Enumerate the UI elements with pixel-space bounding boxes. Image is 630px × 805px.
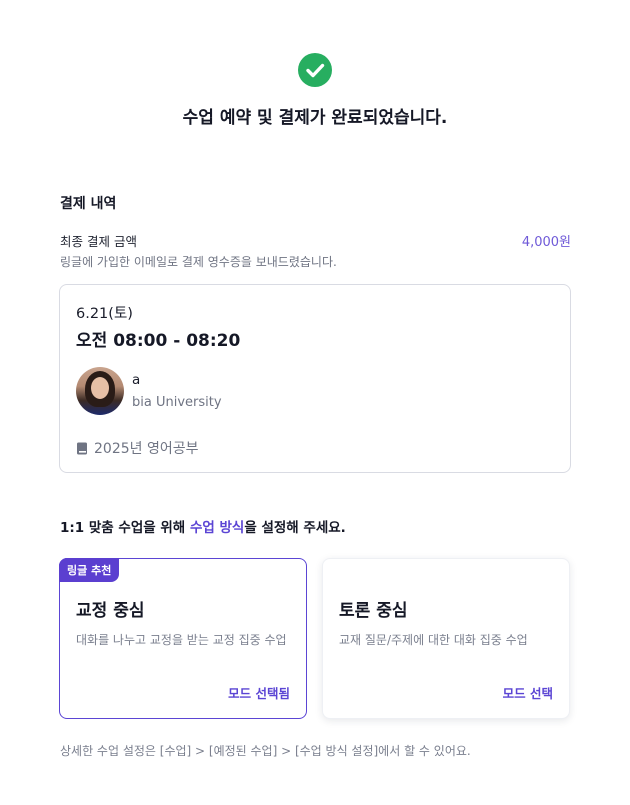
mode-title: 교정 중심 <box>76 601 145 621</box>
mode-prompt-highlight: 수업 방식 <box>189 520 245 536</box>
check-circle-icon <box>298 53 332 87</box>
payment-section-title: 결제 내역 <box>60 196 117 212</box>
lesson-time: 오전 08:00 - 08:20 <box>76 331 241 351</box>
book-icon <box>76 442 88 455</box>
mode-prompt: 1:1 맞춤 수업을 위해 수업 방식을 설정해 주세요. <box>60 520 346 536</box>
tutor-avatar <box>76 367 124 415</box>
lesson-course: 2025년 영어공부 <box>76 438 198 458</box>
tutor-school: bia University <box>132 395 222 410</box>
final-amount-value: 4,000원 <box>521 235 571 250</box>
lesson-course-label: 2025년 영어공부 <box>94 441 199 457</box>
lesson-date: 6.21(토) <box>76 306 133 322</box>
mode-card-discussion[interactable]: 토론 중심 교재 질문/주제에 대한 대화 집중 수업 모드 선택 <box>322 558 570 719</box>
page-title: 수업 예약 및 결제가 완료되었습니다. <box>182 108 448 128</box>
tutor-name: a <box>132 372 141 388</box>
receipt-note: 링글에 가입한 이메일로 결제 영수증을 보내드렸습니다. <box>60 255 337 269</box>
mode-title: 토론 중심 <box>339 601 408 621</box>
mode-select-button[interactable]: 모드 선택 <box>503 683 553 702</box>
mode-description: 대화를 나누고 교정을 받는 교정 집중 수업 <box>76 633 287 647</box>
mode-selected-button[interactable]: 모드 선택됨 <box>228 683 290 702</box>
final-amount-label: 최종 결제 금액 <box>60 234 137 249</box>
tutor-info: a bia University <box>76 367 376 415</box>
mode-description: 교재 질문/주제에 대한 대화 집중 수업 <box>339 633 528 647</box>
settings-hint: 상세한 수업 설정은 [수업] > [예정된 수업] > [수업 방식 설정]에… <box>60 744 471 758</box>
lesson-card: 6.21(토) 오전 08:00 - 08:20 a bia Universit… <box>59 284 571 473</box>
recommended-badge: 링글 추천 <box>59 558 120 582</box>
mode-card-correction[interactable]: 링글 추천 교정 중심 대화를 나누고 교정을 받는 교정 집중 수업 모드 선… <box>59 558 307 719</box>
